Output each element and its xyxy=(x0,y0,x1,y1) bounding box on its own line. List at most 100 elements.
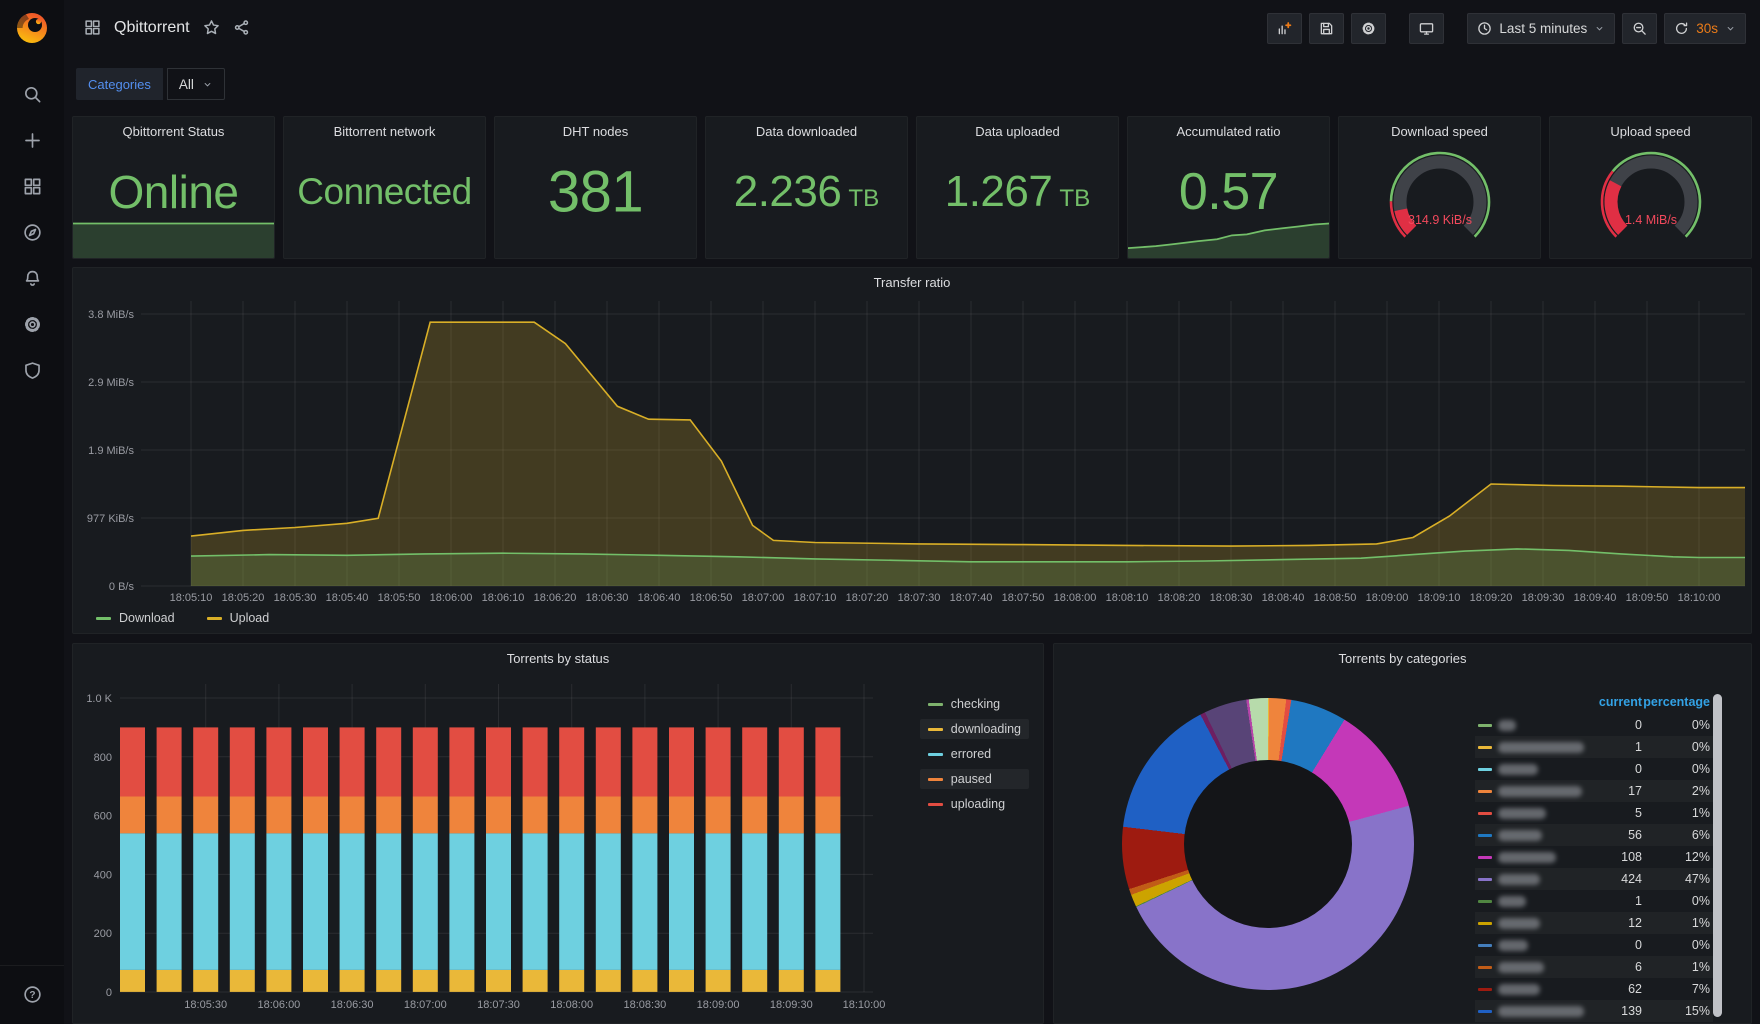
table-row[interactable]: 1 0% xyxy=(1475,736,1713,758)
grafana-logo[interactable] xyxy=(0,0,64,56)
table-row[interactable]: 108 12% xyxy=(1475,846,1713,868)
cell-current: 12 xyxy=(1628,916,1642,930)
legend-label: checking xyxy=(950,697,1001,711)
svg-text:18:08:10: 18:08:10 xyxy=(1106,592,1149,604)
legend-label: errored xyxy=(950,747,992,761)
table-row[interactable]: 424 47% xyxy=(1475,868,1713,890)
svg-text:18:05:20: 18:05:20 xyxy=(222,592,265,604)
table-row[interactable]: 17 2% xyxy=(1475,780,1713,802)
redacted-category-label xyxy=(1498,961,1544,973)
gauge-upload-speed[interactable]: 1.4 MiB/s xyxy=(1599,150,1703,254)
stat-panels-row: Qbittorrent Status Online Bittorrent netwo… xyxy=(72,116,1752,259)
grafana-dashboard: { "app": { "accent_orange": "#eb7b18", "… xyxy=(0,0,1760,1024)
dashboard-title[interactable]: Qbittorrent xyxy=(114,19,190,37)
legend-item-errored[interactable]: errored xyxy=(920,744,1029,764)
table-scrollbar[interactable] xyxy=(1713,694,1722,1017)
table-row[interactable]: 0 0% xyxy=(1475,714,1713,736)
save-button[interactable] xyxy=(1309,12,1345,44)
stat-value-text: Connected xyxy=(297,171,472,213)
explore-icon xyxy=(23,223,41,241)
svg-text:18:08:00: 18:08:00 xyxy=(550,999,593,1011)
panel-title[interactable]: Bittorrent network xyxy=(284,124,485,139)
svg-text:0: 0 xyxy=(106,987,112,999)
add-panel-button[interactable] xyxy=(1267,12,1303,44)
add-icon xyxy=(24,132,40,148)
panel-title[interactable]: Torrents by categories xyxy=(1054,651,1751,666)
sidebar-item-shield[interactable] xyxy=(10,354,54,386)
stat-panel-download-speed: Download speed 314.9 KiB/s xyxy=(1338,116,1541,259)
gauge-value: 314.9 KiB/s xyxy=(1408,213,1472,227)
svg-text:18:09:20: 18:09:20 xyxy=(1470,592,1513,604)
sidebar-item-alerting[interactable] xyxy=(10,262,54,294)
svg-text:18:09:00: 18:09:00 xyxy=(1366,592,1409,604)
cell-current: 5 xyxy=(1635,806,1642,820)
panel-title[interactable]: Qbittorrent Status xyxy=(73,124,274,139)
table-row[interactable]: 139 15% xyxy=(1475,1000,1713,1022)
legend-dash xyxy=(927,752,943,756)
zoom-out-button[interactable] xyxy=(1622,12,1658,44)
table-row[interactable]: 6 1% xyxy=(1475,956,1713,978)
gauge-download-speed[interactable]: 314.9 KiB/s xyxy=(1388,150,1492,254)
clock-button[interactable]: Last 5 minutes xyxy=(1467,12,1616,44)
legend-item-paused[interactable]: paused xyxy=(919,769,1029,789)
refresh-button[interactable]: 30s xyxy=(1664,12,1746,44)
legend-item-downloading[interactable]: downloading xyxy=(919,719,1029,739)
column-header-current[interactable]: current xyxy=(1584,695,1642,709)
table-row[interactable]: 5 1% xyxy=(1475,802,1713,824)
settings-icon xyxy=(1363,22,1375,34)
svg-text:18:05:30: 18:05:30 xyxy=(274,592,317,604)
sidebar-item-help[interactable]: ? xyxy=(10,978,54,1010)
legend-dash xyxy=(1478,789,1492,793)
table-row[interactable]: 12 1% xyxy=(1475,912,1713,934)
svg-text:1.0 K: 1.0 K xyxy=(86,693,112,705)
sidebar-item-dashboards[interactable] xyxy=(10,170,54,202)
dashboards-grid-icon[interactable] xyxy=(84,19,101,37)
svg-text:18:08:20: 18:08:20 xyxy=(1158,592,1201,604)
table-row[interactable]: 0 0% xyxy=(1475,758,1713,780)
svg-text:18:06:30: 18:06:30 xyxy=(586,592,629,604)
categories-donut-chart[interactable] xyxy=(1122,698,1414,990)
panel-title[interactable]: Accumulated ratio xyxy=(1128,124,1329,139)
table-row[interactable]: 1 0% xyxy=(1475,890,1713,912)
svg-text:2.9 MiB/s: 2.9 MiB/s xyxy=(88,377,134,389)
svg-text:18:09:30: 18:09:30 xyxy=(1522,592,1565,604)
panel-title[interactable]: Torrents by status xyxy=(73,651,1043,666)
sidebar-item-search[interactable] xyxy=(10,78,54,110)
legend-item-download[interactable]: Download xyxy=(91,610,180,626)
tv-button[interactable] xyxy=(1409,12,1445,44)
sidebar-item-settings[interactable] xyxy=(10,308,54,340)
table-row[interactable]: 62 7% xyxy=(1475,978,1713,1000)
panel-title[interactable]: Download speed xyxy=(1339,124,1540,139)
legend-item-checking[interactable]: checking xyxy=(920,694,1029,714)
cell-current: 139 xyxy=(1621,1004,1642,1018)
redacted-category-label xyxy=(1498,983,1540,995)
variable-value-dropdown[interactable]: All xyxy=(166,68,225,100)
table-row[interactable]: 0 0% xyxy=(1475,934,1713,956)
variable-value: All xyxy=(178,76,194,92)
star-icon[interactable] xyxy=(203,19,220,37)
share-icon[interactable] xyxy=(233,19,250,37)
caret-down-icon xyxy=(1596,26,1603,30)
cell-percentage: 0% xyxy=(1691,740,1710,754)
legend-dash xyxy=(96,616,111,620)
svg-text:18:05:10: 18:05:10 xyxy=(170,592,213,604)
torrents-status-chart[interactable]: 18:05:30 18:06:00 18:06:30 18:07:00 18:07:30… xyxy=(73,644,1043,1023)
cell-percentage: 1% xyxy=(1691,960,1710,974)
legend-dash xyxy=(1478,943,1492,947)
settings-button[interactable] xyxy=(1351,12,1387,44)
sidebar-item-explore[interactable] xyxy=(10,216,54,248)
table-row[interactable]: 56 6% xyxy=(1475,824,1713,846)
transfer-ratio-chart[interactable]: 18:05:10 18:05:20 18:05:30 18:05:40 18:05:50… xyxy=(73,268,1751,633)
redacted-category-label xyxy=(1498,829,1542,841)
panel-title[interactable]: Data downloaded xyxy=(706,124,907,139)
sidebar-item-add[interactable] xyxy=(10,124,54,156)
status-legend: checking downloading errored paused uploadin… xyxy=(919,694,1029,814)
panel-title[interactable]: Upload speed xyxy=(1550,124,1751,139)
svg-text:18:09:10: 18:09:10 xyxy=(1418,592,1461,604)
panel-title[interactable]: Data uploaded xyxy=(917,124,1118,139)
legend-item-upload[interactable]: Upload xyxy=(202,610,275,626)
legend-item-uploading[interactable]: uploading xyxy=(920,794,1029,814)
panel-title[interactable]: DHT nodes xyxy=(495,124,696,139)
panel-title[interactable]: Transfer ratio xyxy=(73,275,1751,290)
column-header-percentage[interactable]: percentage xyxy=(1642,695,1710,709)
